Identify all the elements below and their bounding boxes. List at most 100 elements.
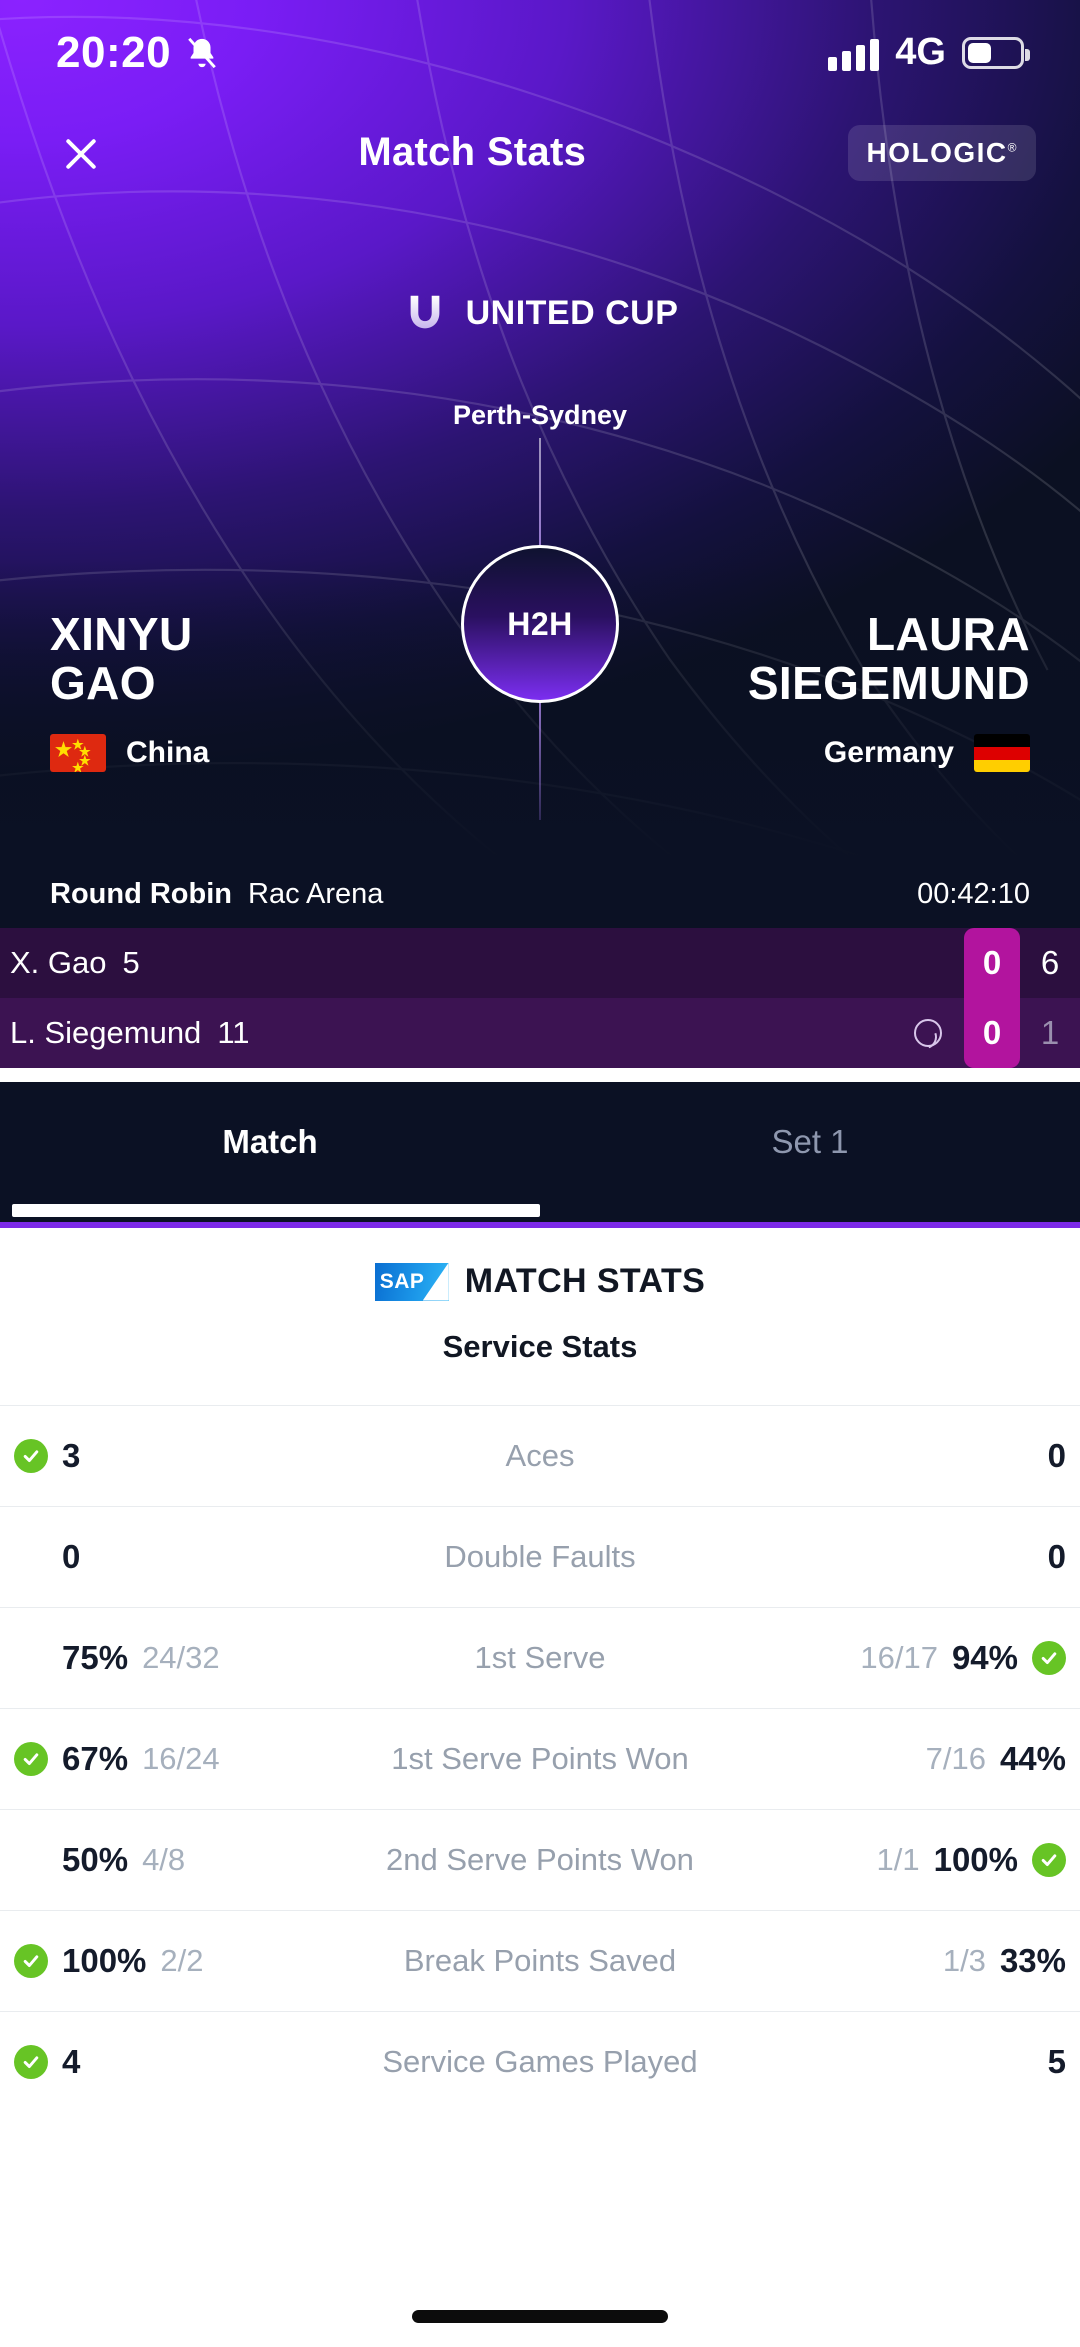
scoreboard-player1-set1: 6 — [1040, 944, 1060, 981]
network-type: 4G — [895, 31, 946, 73]
tennis-ball-icon — [914, 1019, 942, 1047]
stat-right-value: 94% — [951, 1639, 1018, 1676]
match-arena: Rac Arena — [248, 877, 384, 910]
stat-right-value: 5 — [1047, 2043, 1066, 2080]
check-icon — [14, 2045, 48, 2079]
stat-right-1st-serve-points-won: 7/16 44% — [812, 1740, 1080, 1778]
signal-bars-icon — [828, 35, 880, 71]
stat-right-value: 44% — [999, 1740, 1066, 1777]
player-left-country: China — [126, 736, 210, 770]
stat-label: Aces — [505, 1438, 575, 1473]
h2h-label: H2H — [507, 605, 573, 642]
stat-left-service-games-played: 4 — [0, 2043, 268, 2081]
stat-left-double-faults: 0 — [0, 1538, 268, 1576]
stat-label: 1st Serve — [474, 1640, 606, 1675]
stats-section-title: Service Stats — [442, 1329, 638, 1364]
tab-set-1[interactable]: Set 1 — [540, 1082, 1080, 1222]
stat-row-1st-serve: 75% 24/32 1st Serve 16/17 94% — [0, 1607, 1080, 1708]
battery-icon — [962, 36, 1030, 69]
bell-muted-icon — [188, 37, 216, 68]
stat-row-double-faults: 0 Double Faults 0 — [0, 1506, 1080, 1607]
stat-left-1st-serve-points-won: 67% 16/24 — [0, 1740, 268, 1778]
player-right-country: Germany — [823, 736, 954, 770]
player-right-last-name: SIEGEMUND — [747, 657, 1030, 710]
h2h-button[interactable]: H2H — [461, 545, 619, 703]
stat-row-aces: 3 Aces 0 — [0, 1405, 1080, 1506]
stat-row-service-games-played: 4 Service Games Played 5 — [0, 2011, 1080, 2112]
stat-right-aces: 0 — [812, 1437, 1080, 1475]
stat-right-double-faults: 0 — [812, 1538, 1080, 1576]
status-bar-left: 20:20 — [56, 28, 219, 78]
stats-brand-header: SAP MATCH STATS — [0, 1228, 1080, 1301]
player-left-last-name: GAO — [50, 657, 156, 710]
tab-match[interactable]: Match — [0, 1082, 540, 1222]
stat-right-fraction: 7/16 — [925, 1741, 986, 1776]
stat-right-value: 100% — [933, 1841, 1018, 1878]
player-left-first-name: XINYU — [50, 608, 193, 660]
stat-left-1st-serve: 75% 24/32 — [0, 1639, 268, 1677]
scoreboard-player1-label: X. Gao — [10, 945, 107, 980]
stat-right-1st-serve: 16/17 94% — [812, 1639, 1080, 1677]
close-icon[interactable] — [44, 117, 116, 189]
match-round: Round Robin — [50, 877, 233, 910]
germany-flag-icon — [974, 734, 1030, 773]
stat-right-fraction: 1/3 — [942, 1943, 986, 1978]
vs-divider-top — [539, 438, 541, 553]
stat-left-fraction: 24/32 — [142, 1640, 220, 1675]
stat-label: 1st Serve Points Won — [391, 1741, 689, 1776]
sponsor-badge-hologic[interactable]: HOLOGIC® — [848, 124, 1036, 181]
vs-divider-bottom — [539, 700, 541, 820]
stat-row-break-points-saved: 100% 2/2 Break Points Saved 1/3 33% — [0, 1910, 1080, 2011]
united-cup-logo-icon — [402, 290, 448, 336]
player-right[interactable]: LAURA SIEGEMUND Germany — [600, 608, 1030, 773]
stats-brand-title: MATCH STATS — [464, 1262, 706, 1300]
scoreboard-name-player2: L. Siegemund 11 — [0, 1015, 250, 1051]
player-right-name: LAURA SIEGEMUND — [600, 608, 1030, 710]
scoreboard-player2-label: L. Siegemund — [10, 1015, 202, 1050]
sponsor-label: HOLOGIC — [866, 136, 1008, 168]
tab-match-label: Match — [222, 1123, 318, 1160]
scoreboard-player2-current-game: 0 — [964, 998, 1020, 1068]
match-meta-row: Round Robin Rac Arena 00:42:10 — [0, 860, 1080, 928]
stat-left-value: 67% — [62, 1740, 129, 1777]
tab-active-indicator — [12, 1204, 540, 1217]
stat-left-aces: 3 — [0, 1437, 268, 1475]
stat-left-2nd-serve-points-won: 50% 4/8 — [0, 1841, 268, 1879]
sap-logo-icon: SAP — [374, 1262, 449, 1301]
status-bar-right: 4G — [828, 31, 1030, 74]
sap-logo-text: SAP — [379, 1269, 425, 1293]
player-right-first-name: LAURA — [867, 608, 1030, 660]
player-right-country-row: Germany — [600, 734, 1030, 773]
status-bar: 20:20 4G — [0, 0, 1080, 105]
scoreboard-row-player2[interactable]: L. Siegemund 11 0 1 — [0, 998, 1080, 1068]
home-indicator — [412, 2310, 668, 2323]
china-flag-icon: ★ ★ ★ ★ ★ — [50, 734, 106, 773]
scoreboard-row-player1[interactable]: X. Gao 5 0 6 — [0, 928, 1080, 998]
check-icon — [1032, 1843, 1066, 1877]
stat-row-1st-serve-points-won: 67% 16/24 1st Serve Points Won 7/16 44% — [0, 1708, 1080, 1809]
tournament-header: UNITED CUP — [0, 290, 1080, 336]
stat-left-fraction: 2/2 — [160, 1943, 204, 1978]
check-icon — [14, 1944, 48, 1978]
stat-left-value: 100% — [62, 1942, 147, 1979]
scoreboard-player2-set1: 1 — [1040, 1014, 1060, 1051]
stats-tabs: Match Set 1 — [0, 1082, 1080, 1222]
player-left[interactable]: XINYU GAO ★ ★ ★ ★ ★ China — [50, 608, 480, 773]
app-header: Match Stats HOLOGIC® — [0, 105, 1080, 200]
stat-label: Service Games Played — [382, 2044, 698, 2079]
stat-right-value: 33% — [999, 1942, 1066, 1979]
stat-right-fraction: 1/1 — [876, 1842, 920, 1877]
player-left-name: XINYU GAO — [50, 608, 480, 710]
stat-label: Break Points Saved — [403, 1943, 677, 1978]
stat-right-break-points-saved: 1/3 33% — [812, 1942, 1080, 1980]
stat-left-value: 50% — [62, 1841, 129, 1878]
stat-left-value: 75% — [62, 1639, 129, 1676]
stat-label: Double Faults — [444, 1539, 636, 1574]
stat-left-value: 4 — [62, 2043, 81, 2080]
scoreboard-player1-rank: 5 — [122, 945, 140, 980]
tournament-name: UNITED CUP — [465, 293, 679, 332]
stat-right-fraction: 16/17 — [860, 1640, 938, 1675]
stat-right-2nd-serve-points-won: 1/1 100% — [812, 1841, 1080, 1879]
scoreboard-name-player1: X. Gao 5 — [0, 945, 140, 981]
check-icon — [1032, 1641, 1066, 1675]
